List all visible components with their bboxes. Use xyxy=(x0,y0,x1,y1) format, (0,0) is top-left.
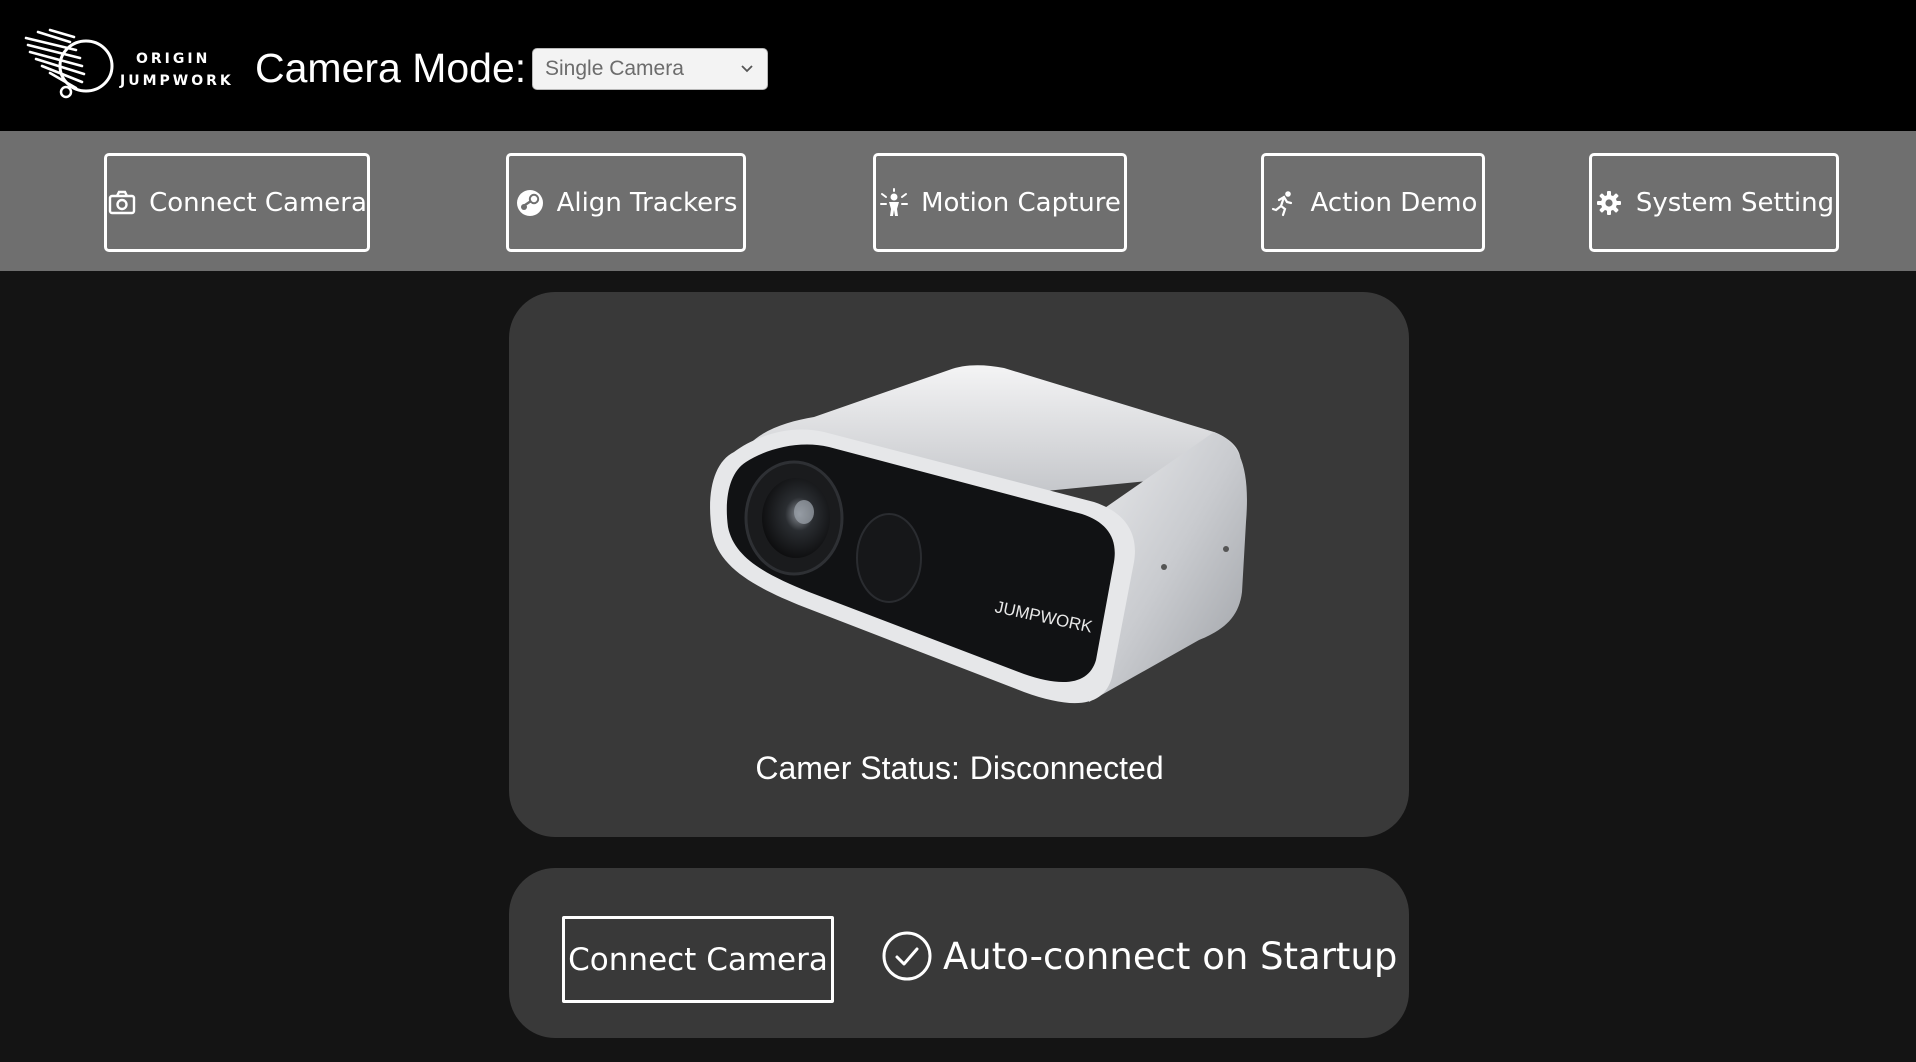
logo-line-origin: ORIGIN xyxy=(136,51,211,67)
nav-align-trackers-button[interactable]: Align Trackers xyxy=(506,153,746,252)
auto-connect-checkbox[interactable]: Auto-connect on Startup xyxy=(881,930,1397,982)
camera-mode-select[interactable]: Single Camera xyxy=(532,48,768,90)
camera-status-value: Disconnected xyxy=(969,750,1164,786)
logo-wordmark: ORIGIN JUMPWORK xyxy=(120,48,234,92)
camera-status-label: Camer Status: xyxy=(755,750,960,786)
nav-action-demo-button[interactable]: Action Demo xyxy=(1261,153,1485,252)
app-header: ORIGIN JUMPWORK Camera Mode: Single Came… xyxy=(0,0,1916,131)
main-nav-bar: Connect Camera Align Trackers Motion Cap… xyxy=(0,131,1916,271)
checkmark-circle-icon xyxy=(882,931,932,981)
nav-connect-camera-button[interactable]: Connect Camera xyxy=(104,153,370,252)
auto-connect-label: Auto-connect on Startup xyxy=(943,934,1398,978)
logo-mark-icon xyxy=(24,28,114,99)
camera-icon xyxy=(108,190,136,214)
camera-status-text: Camer Status: Disconnected xyxy=(509,750,1409,787)
camera-mode-label: Camera Mode: xyxy=(255,45,527,91)
logo-line-jumpwork: JUMPWORK xyxy=(120,73,234,89)
steam-icon xyxy=(516,189,543,216)
nav-motion-capture-label: Motion Capture xyxy=(921,187,1121,218)
nav-connect-camera-label: Connect Camera xyxy=(149,187,367,218)
nav-motion-capture-button[interactable]: Motion Capture xyxy=(873,153,1127,252)
camera-mode-value: Single Camera xyxy=(545,57,684,80)
connection-actions-panel: Connect Camera Auto-connect on Startup xyxy=(509,868,1409,1038)
nav-align-trackers-label: Align Trackers xyxy=(556,187,738,218)
person-burst-icon xyxy=(880,187,909,216)
nav-system-setting-label: System Setting xyxy=(1635,187,1835,218)
chevron-down-icon xyxy=(741,65,753,73)
depth-camera-image: JUMPWORK xyxy=(710,365,1247,704)
camera-preview-panel: JUMPWORK Camer Status: Disconnected xyxy=(509,292,1409,837)
nav-action-demo-label: Action Demo xyxy=(1310,187,1478,218)
running-icon xyxy=(1271,190,1292,216)
connect-camera-button[interactable]: Connect Camera xyxy=(562,916,834,1003)
gear-icon xyxy=(1596,190,1621,215)
nav-system-setting-button[interactable]: System Setting xyxy=(1589,153,1839,252)
origin-jumpwork-logo: ORIGIN JUMPWORK xyxy=(24,28,231,104)
